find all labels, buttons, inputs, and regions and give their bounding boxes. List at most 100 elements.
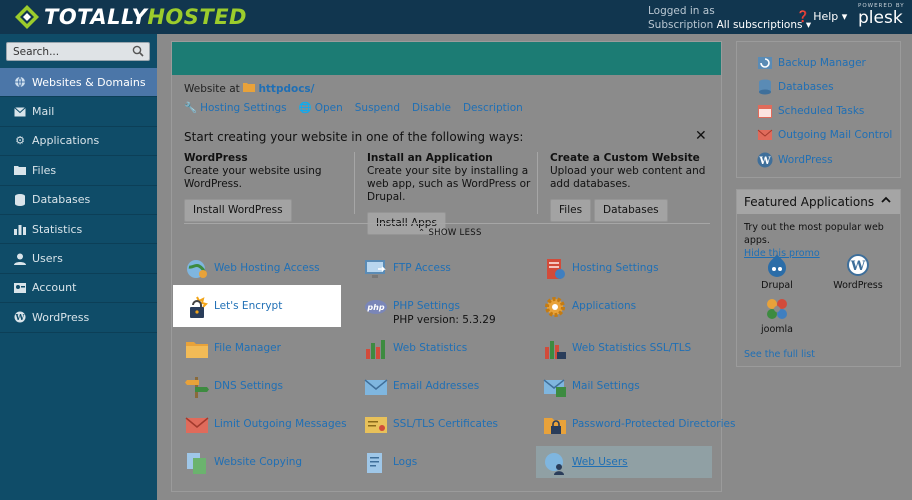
sidebar-item-label: Mail	[32, 105, 55, 119]
featured-desc-text: Try out the most popular web apps.	[744, 222, 884, 246]
chevron-up-icon: ⌃	[418, 228, 426, 238]
joomla-icon	[765, 297, 789, 321]
logged-in-label: Logged in as	[648, 5, 715, 17]
tool-web-statistics-ssl[interactable]: Web Statistics SSL/TLS	[543, 337, 691, 361]
sidebar-item-mail[interactable]: Mail	[0, 97, 157, 127]
tool-web-statistics[interactable]: Web Statistics	[364, 337, 467, 361]
tool-web-hosting-access[interactable]: Web Hosting Access	[185, 257, 320, 281]
description-link[interactable]: Description	[463, 101, 523, 114]
tool-limit-outgoing[interactable]: Limit Outgoing Messages	[185, 413, 347, 437]
tool-label: SSL/TLS Certificates	[393, 418, 498, 430]
tool-ftp-access[interactable]: FTP Access	[364, 257, 451, 281]
subscription-selector[interactable]: Subscription All subscriptions ▾	[648, 18, 811, 32]
show-less-toggle[interactable]: ⌃ SHOW LESS	[418, 228, 482, 238]
dns-signpost-icon	[185, 375, 209, 399]
app-wordpress[interactable]: W WordPress	[828, 253, 888, 291]
tool-label: Limit Outgoing Messages	[214, 418, 347, 430]
tool-label: Applications	[572, 300, 637, 312]
chevron-down-icon: ▾	[841, 10, 848, 23]
sidebar-item-label: Users	[32, 252, 63, 266]
globe-user-icon	[185, 257, 209, 281]
tool-lets-encrypt[interactable]: Let's Encrypt	[185, 295, 282, 319]
scheduled-tasks-link[interactable]: Scheduled Tasks	[757, 103, 864, 119]
link-label: Outgoing Mail Control	[778, 129, 893, 141]
tool-website-copying[interactable]: Website Copying	[185, 451, 302, 475]
link-label: Scheduled Tasks	[778, 105, 865, 117]
column-divider	[537, 152, 538, 214]
tool-ssl-certificates[interactable]: SSL/TLS Certificates	[364, 413, 498, 437]
logo[interactable]: TOTALLYHOSTED	[14, 4, 247, 30]
tool-php-settings[interactable]: php PHP Settings PHP version: 5.3.29	[364, 295, 496, 327]
subscription-label: Subscription	[648, 19, 714, 31]
database-icon	[14, 193, 26, 206]
ftp-monitor-icon	[364, 257, 388, 281]
tool-label: FTP Access	[393, 262, 451, 274]
tool-hosting-settings[interactable]: Hosting Settings	[543, 257, 659, 281]
certificate-icon	[364, 413, 388, 437]
sidebar-item-wordpress[interactable]: W WordPress	[0, 303, 157, 333]
domain-link[interactable]: httpdocs/	[258, 83, 314, 95]
search-input[interactable]	[7, 43, 127, 60]
column-desc: Create your site by installing a web app…	[367, 165, 531, 203]
drupal-icon	[765, 253, 789, 277]
wrench-icon: 🔧	[184, 102, 198, 114]
help-menu[interactable]: ❓ Help ▾	[796, 10, 847, 23]
gear-icon: ⚙	[15, 134, 25, 148]
tool-label: Hosting Settings	[572, 262, 659, 274]
sidebar-item-users[interactable]: Users	[0, 244, 157, 274]
wordpress-icon: W	[757, 152, 773, 168]
open-link[interactable]: 🌐 Open	[299, 101, 343, 115]
search-icon[interactable]	[132, 45, 144, 60]
svg-text:W: W	[850, 259, 866, 274]
outgoing-mail-control-link[interactable]: Outgoing Mail Control	[757, 127, 892, 143]
sidebar-item-files[interactable]: Files	[0, 156, 157, 186]
tool-logs[interactable]: Logs	[364, 451, 417, 475]
tool-label: Password-Protected Directories	[572, 418, 736, 430]
sidebar-item-websites-domains[interactable]: Websites & Domains	[0, 68, 157, 98]
sidebar: Websites & Domains Mail ⚙ Applications F…	[0, 34, 157, 500]
sidebar-item-label: Databases	[32, 193, 91, 207]
disable-link[interactable]: Disable	[412, 101, 451, 114]
mail-icon	[14, 106, 26, 118]
hosting-settings-link[interactable]: 🔧 Hosting Settings	[184, 101, 287, 115]
files-button[interactable]: Files	[550, 199, 592, 222]
sidebar-item-databases[interactable]: Databases	[0, 186, 157, 215]
tool-email-addresses[interactable]: Email Addresses	[364, 375, 479, 399]
php-icon: php	[364, 295, 388, 319]
featured-header[interactable]: Featured Applications	[737, 190, 900, 214]
lock-icon	[185, 295, 209, 319]
tool-password-protected-dirs[interactable]: Password-Protected Directories	[543, 413, 735, 437]
app-joomla[interactable]: joomla	[747, 297, 807, 335]
sidebar-item-statistics[interactable]: Statistics	[0, 215, 157, 245]
sidebar-item-account[interactable]: Account	[0, 274, 157, 304]
tool-dns-settings[interactable]: DNS Settings	[185, 375, 283, 399]
tool-applications[interactable]: Applications	[543, 295, 636, 319]
envelope-icon	[757, 127, 773, 143]
envelope-icon	[364, 375, 388, 399]
close-icon[interactable]: ✕	[695, 128, 707, 144]
databases-link[interactable]: Databases	[757, 79, 834, 95]
tool-label: Logs	[393, 456, 418, 468]
tool-mail-settings[interactable]: Mail Settings	[543, 375, 640, 399]
backup-manager-link[interactable]: Backup Manager	[757, 55, 866, 71]
tool-label: Let's Encrypt	[214, 300, 283, 312]
top-header: TOTALLYHOSTED Logged in as Subscription …	[0, 0, 912, 34]
tool-label: File Manager	[214, 342, 281, 354]
tool-web-users[interactable]: Web Users	[543, 451, 628, 475]
tool-file-manager[interactable]: File Manager	[185, 337, 281, 361]
quick-links-box: Backup Manager Databases Scheduled Tasks…	[736, 41, 901, 178]
suspend-link[interactable]: Suspend	[355, 101, 400, 114]
tool-label: DNS Settings	[214, 380, 284, 392]
install-wordpress-button[interactable]: Install WordPress	[184, 199, 292, 222]
wordpress-icon: W	[14, 311, 26, 323]
sidebar-item-applications[interactable]: ⚙ Applications	[0, 127, 157, 157]
app-drupal[interactable]: Drupal	[747, 253, 807, 291]
envelope-limit-icon	[185, 413, 209, 437]
see-full-list-link[interactable]: See the full list	[744, 349, 815, 360]
wordpress-link[interactable]: W WordPress	[757, 152, 833, 168]
start-title: Start creating your website in one of th…	[184, 130, 524, 144]
wordpress-icon: W	[846, 253, 870, 277]
php-version-label: PHP version: 5.3.29	[393, 314, 496, 326]
chevron-up-icon[interactable]	[880, 194, 892, 209]
databases-button[interactable]: Databases	[594, 199, 668, 222]
